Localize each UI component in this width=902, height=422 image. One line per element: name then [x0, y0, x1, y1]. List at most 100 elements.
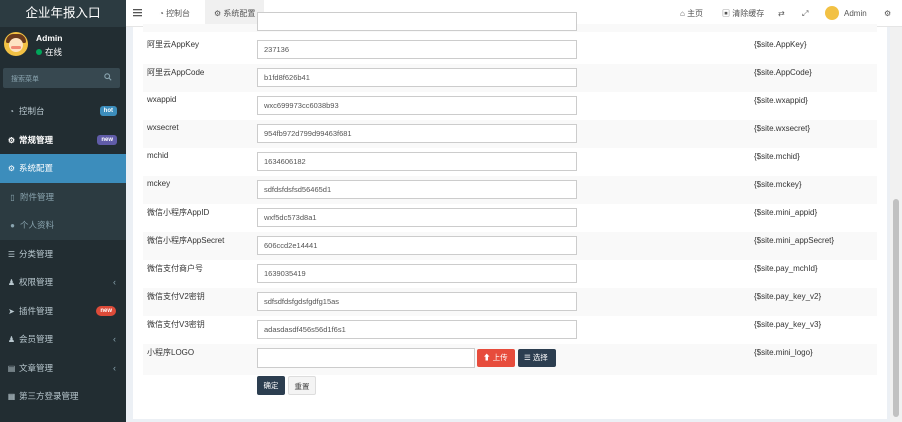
scrollbar[interactable]	[890, 27, 902, 422]
upload-label: 上传	[492, 353, 508, 362]
sidebar-item-label: 插件管理	[19, 305, 54, 316]
table-row: 小程序LOGO ⬆ 上传 ☰ 选择 {$site.mini_logo}	[143, 344, 877, 375]
table-row: 阿里云AppKey 237136 {$site.AppKey}	[143, 36, 877, 64]
clear-cache-button[interactable]: ▣ 清除缓存	[722, 0, 764, 27]
fullscreen-button[interactable]: ⤢	[802, 0, 808, 27]
menu-toggle[interactable]	[133, 0, 142, 27]
select-button[interactable]: ☰ 选择	[518, 349, 556, 367]
sidebar-item-plugins[interactable]: ➤ 插件管理 new	[0, 297, 126, 326]
language-icon: ⇄	[778, 9, 785, 18]
hamburger-icon[interactable]	[133, 8, 142, 17]
sidebar-item-label: 分类管理	[19, 248, 54, 259]
sidebar-item-members[interactable]: ♟ 会员管理 ‹	[0, 325, 126, 354]
field-label: 微信支付V2密钥	[147, 292, 205, 301]
template-variable: {$site.pay_mchId}	[754, 264, 818, 273]
search-placeholder: 搜索菜单	[11, 76, 39, 83]
tab-dashboard[interactable]: ◔ 控制台	[151, 0, 198, 27]
confirm-button[interactable]: 确定	[257, 376, 285, 395]
cogs-icon: ⚙	[7, 135, 16, 145]
table-row: wxsecret 954fb972d799d99463f681 {$site.w…	[143, 120, 877, 148]
wxappid-field[interactable]: wxc699973cc6038b93	[257, 96, 577, 115]
template-variable: {$site.mini_logo}	[754, 348, 813, 357]
rocket-icon: ➤	[8, 306, 15, 316]
appkey-field[interactable]: 237136	[257, 40, 577, 59]
login-icon: ▦	[7, 392, 16, 401]
sidebar-item-profile[interactable]: ● 个人资料	[0, 211, 126, 240]
search-icon[interactable]	[104, 73, 112, 81]
list-icon: ☰	[7, 249, 16, 259]
sidebar-item-third-party-login[interactable]: ▦ 第三方登录管理	[0, 382, 126, 411]
user-panel: Admin 在线	[0, 27, 126, 65]
sidebar-item-system-config[interactable]: ⚙ 系统配置	[0, 154, 126, 183]
scrollbar-thumb[interactable]	[893, 199, 899, 417]
user-menu[interactable]: Admin	[825, 0, 867, 27]
home-link[interactable]: ⌂ 主页	[680, 0, 703, 27]
menu-search[interactable]: 搜索菜单	[3, 68, 120, 88]
field-label: 微信小程序AppSecret	[147, 236, 225, 245]
wxsecret-field[interactable]: 954fb972d799d99463f681	[257, 124, 577, 143]
users-icon: ♟	[7, 335, 16, 344]
tab-system-config[interactable]: ⚙ 系统配置	[205, 0, 265, 27]
mckey-field[interactable]: sdfdsfdsfsd56465d1	[257, 180, 577, 199]
table-row: 微信支付V3密钥 adasdasdf456s56d1f6s1 {$site.pa…	[143, 316, 877, 344]
translate-button[interactable]: ⇄	[778, 0, 785, 27]
trash-icon: ▣	[722, 9, 733, 18]
upload-button[interactable]: ⬆ 上传	[477, 349, 515, 367]
sidebar-item-permissions[interactable]: ♟ 权限管理 ‹	[0, 268, 126, 297]
settings-button[interactable]: ⚙	[884, 0, 891, 27]
field-label: wxappid	[147, 95, 177, 104]
table-row: wxappid wxc699973cc6038b93 {$site.wxappi…	[143, 92, 877, 120]
group-icon: ♟	[7, 278, 16, 287]
sidebar-item-label: 常规管理	[19, 134, 54, 145]
field-label: wxsecret	[147, 123, 179, 132]
field-label: 微信支付商户号	[147, 264, 203, 273]
pay-mchid-field[interactable]: 1639035419	[257, 264, 577, 283]
table-row: 微信小程序AppID wxf5dc573d8a1 {$site.mini_app…	[143, 204, 877, 232]
sidebar-item-dashboard[interactable]: ◔ 控制台 hot	[0, 97, 126, 126]
user-status-label: 在线	[45, 47, 63, 57]
sidebar-item-attachments[interactable]: ▯ 附件管理	[0, 182, 126, 211]
table-row: mckey sdfdsfdsfsd56465d1 {$site.mckey}	[143, 176, 877, 204]
sidebar-item-label: 控制台	[19, 106, 45, 116]
field-label: 小程序LOGO	[147, 348, 195, 357]
home-icon: ⌂	[680, 9, 688, 18]
dashboard-icon: ◔	[9, 107, 14, 116]
dashboard-icon: ◔	[159, 9, 167, 18]
field-label: 微信支付V3密钥	[147, 320, 205, 329]
template-variable: {$site.pay_key_v3}	[754, 320, 822, 329]
sidebar-menu: ◔ 控制台 hot ⚙ 常规管理 new ⚙ 系统配置 ▯ 附件管理 ● 个人资料 ☰ 分类管理…	[0, 97, 126, 411]
online-dot-icon	[36, 49, 42, 55]
upload-icon: ⬆	[483, 353, 493, 362]
user-menu-label: Admin	[844, 9, 867, 18]
template-variable: {$site.mckey}	[754, 180, 802, 189]
pay-key-v3-field[interactable]: adasdasdf456s56d1f6s1	[257, 320, 577, 339]
table-row: 阿里云AppCode b1fd8f626b41 {$site.AppCode}	[143, 64, 877, 92]
mini-appid-field[interactable]: wxf5dc573d8a1	[257, 208, 577, 227]
sidebar-item-general[interactable]: ⚙ 常规管理 new	[0, 126, 126, 155]
reset-button[interactable]: 重置	[288, 376, 316, 395]
field-label: mchid	[147, 151, 169, 160]
sidebar-item-label: 附件管理	[20, 191, 55, 202]
mini-logo-field[interactable]	[257, 348, 475, 368]
template-variable: {$site.mini_appSecret}	[754, 236, 835, 245]
article-icon: ▤	[7, 363, 16, 373]
user-icon: ●	[10, 221, 15, 230]
sidebar-item-articles[interactable]: ▤ 文章管理 ‹	[0, 354, 126, 383]
text-field[interactable]	[257, 12, 577, 31]
list-icon: ☰	[524, 353, 533, 362]
appcode-field[interactable]: b1fd8f626b41	[257, 68, 577, 87]
fullscreen-icon: ⤢	[802, 9, 809, 18]
pay-key-v2-field[interactable]: sdfsdfdsfgdsfgdfg15as	[257, 292, 577, 311]
chevron-left-icon: ‹	[113, 334, 116, 344]
mchid-field[interactable]: 1634606182	[257, 152, 577, 171]
sidebar-item-category[interactable]: ☰ 分类管理	[0, 240, 126, 269]
template-variable: {$site.wxsecret}	[754, 124, 811, 133]
mini-appsecret-field[interactable]: 606ccd2e14441	[257, 236, 577, 255]
sidebar: 企业年报入口 Admin 在线 搜索菜单 ◔ 控制台 hot ⚙ 常规管理 new ⚙ 系…	[0, 0, 126, 422]
avatar	[4, 32, 28, 56]
home-label: 主页	[687, 9, 704, 18]
sidebar-item-label: 文章管理	[19, 362, 54, 373]
avatar	[825, 6, 839, 20]
table-row	[143, 12, 877, 32]
app-logo[interactable]: 企业年报入口	[0, 0, 126, 27]
